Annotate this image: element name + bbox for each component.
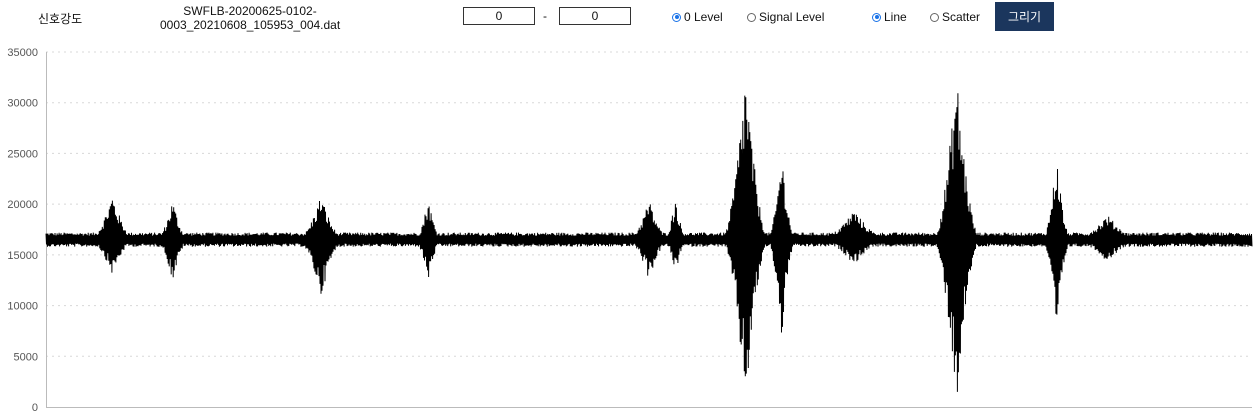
y-tick-label: 35000 — [7, 47, 38, 59]
range-end-input[interactable] — [559, 7, 631, 25]
draw-button[interactable]: 그리기 — [995, 2, 1054, 31]
signal-chart: 0 5000 10000 15000 20000 25000 30000 35000 — [7, 47, 1253, 414]
y-tick-label: 5000 — [14, 351, 38, 363]
radio-scatter[interactable]: Scatter — [930, 10, 980, 24]
range-start-input[interactable] — [463, 7, 535, 25]
radio-selected-icon[interactable] — [672, 12, 681, 22]
range-separator: - — [543, 9, 547, 23]
radio-line-label: Line — [884, 10, 907, 24]
y-tick-label: 10000 — [7, 301, 38, 313]
signal-line — [45, 93, 1253, 392]
radio-unselected-icon[interactable] — [930, 12, 939, 22]
y-axis-ticks: 0 5000 10000 15000 20000 25000 30000 35000 — [7, 47, 38, 414]
y-tick-label: 30000 — [7, 98, 38, 110]
radio-scatter-label: Scatter — [942, 10, 981, 24]
radio-unselected-icon[interactable] — [747, 12, 756, 22]
radio-zero-level[interactable]: 0 Level — [672, 10, 723, 24]
y-tick-label: 20000 — [7, 199, 38, 211]
radio-line[interactable]: Line — [872, 10, 907, 24]
signal-strength-label: 신호강도 — [38, 12, 83, 26]
radio-selected-icon[interactable] — [872, 12, 881, 22]
series — [45, 93, 1253, 392]
y-tick-label: 0 — [32, 402, 38, 414]
radio-signal-level[interactable]: Signal Level — [747, 10, 824, 24]
file-name-line1: SWFLB-20200625-0102- — [183, 4, 317, 18]
y-tick-label: 15000 — [7, 250, 38, 262]
grid — [46, 51, 1252, 357]
file-name-line2: 0003_20210608_105953_004.dat — [160, 18, 341, 32]
radio-signal-level-label: Signal Level — [759, 10, 825, 24]
y-tick-label: 25000 — [7, 148, 38, 160]
toolbar: 신호강도 SWFLB-20200625-0102- 0003_20210608_… — [0, 0, 1258, 40]
radio-zero-level-label: 0 Level — [684, 10, 723, 24]
file-name: SWFLB-20200625-0102- 0003_20210608_10595… — [160, 4, 340, 32]
